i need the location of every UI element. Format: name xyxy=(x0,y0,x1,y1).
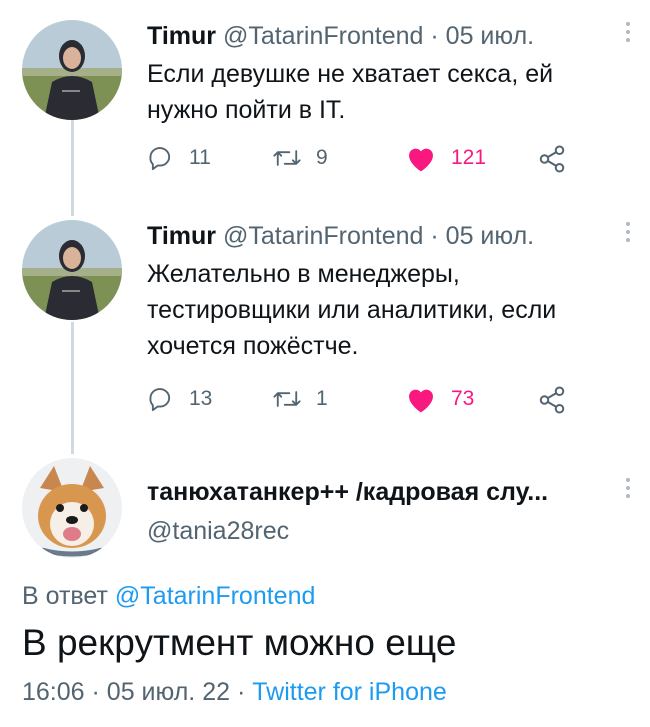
separator: · xyxy=(430,22,439,50)
tweet-header: Timur @TatarinFrontend · 05 июл. xyxy=(147,22,534,51)
more-icon[interactable] xyxy=(626,478,632,502)
retweet-count: 9 xyxy=(316,146,328,169)
tweet-date[interactable]: 05 июл. 22 xyxy=(107,678,230,706)
share-button[interactable] xyxy=(537,385,581,415)
like-button[interactable]: 121 xyxy=(405,143,486,173)
like-count: 73 xyxy=(451,387,475,410)
avatar[interactable] xyxy=(22,220,122,320)
share-icon xyxy=(539,386,565,414)
reply-prefix: В ответ xyxy=(22,582,108,610)
like-count: 121 xyxy=(451,146,487,169)
tweet-header: Timur @TatarinFrontend · 05 июл. xyxy=(147,222,534,251)
tweet-time[interactable]: 16:06 xyxy=(22,678,85,706)
like-icon xyxy=(409,148,433,172)
reply-context: В ответ @TatarinFrontend xyxy=(22,582,315,611)
main-tweet-text: В рекрутмент можно еще xyxy=(22,622,457,663)
retweet-count: 1 xyxy=(316,387,328,410)
separator: · xyxy=(430,222,439,250)
retweet-icon xyxy=(273,150,301,166)
more-icon[interactable] xyxy=(626,222,632,246)
user-name[interactable]: Timur xyxy=(147,222,216,250)
retweet-button[interactable]: 1 xyxy=(272,385,328,413)
tweet-text-line: нужно пойти в IT. xyxy=(147,96,346,124)
reply-button[interactable]: 13 xyxy=(147,385,212,413)
retweet-button[interactable]: 9 xyxy=(272,144,328,172)
like-button[interactable]: 73 xyxy=(405,384,474,414)
separator: · xyxy=(236,678,246,706)
tweet-text: Если девушке не хватает секса, ей нужно … xyxy=(147,56,617,128)
reply-icon xyxy=(149,147,171,171)
like-icon xyxy=(409,389,433,413)
tweet-text-line: хочется пожёстче. xyxy=(147,332,359,360)
tweet-date[interactable]: 05 июл. xyxy=(446,222,534,250)
tweet-source-link[interactable]: Twitter for iPhone xyxy=(252,678,447,706)
reply-button[interactable]: 11 xyxy=(147,144,211,172)
retweet-icon xyxy=(273,391,301,407)
avatar[interactable] xyxy=(22,20,122,120)
tweet-text-line: Если девушке не хватает секса, ей xyxy=(147,60,554,88)
author-name[interactable]: танюхатанкер++ /кадровая слу... xyxy=(147,478,548,507)
tweet-text: Желательно в менеджеры, тестировщики или… xyxy=(147,256,617,364)
share-button[interactable] xyxy=(537,144,581,174)
tweet-text-line: Желательно в менеджеры, xyxy=(147,260,460,288)
reply-count: 13 xyxy=(189,387,213,410)
share-icon xyxy=(539,145,565,173)
reply-count: 11 xyxy=(189,146,211,169)
tweet-meta: 16:06 · 05 июл. 22 · Twitter for iPhone xyxy=(22,678,447,707)
user-name[interactable]: Timur xyxy=(147,22,216,50)
tweet-date[interactable]: 05 июл. xyxy=(446,22,534,50)
more-icon[interactable] xyxy=(626,22,632,46)
avatar[interactable] xyxy=(22,458,122,558)
tweet-text-line: тестировщики или аналитики, если xyxy=(147,296,557,324)
thread-line xyxy=(71,322,74,454)
reply-icon xyxy=(149,388,171,412)
user-handle[interactable]: @TatarinFrontend xyxy=(223,22,423,50)
thread-line xyxy=(71,120,74,216)
author-handle[interactable]: @tania28rec xyxy=(147,517,289,546)
separator: · xyxy=(91,678,100,706)
user-handle[interactable]: @TatarinFrontend xyxy=(223,222,423,250)
reply-to-link[interactable]: @TatarinFrontend xyxy=(115,582,315,610)
